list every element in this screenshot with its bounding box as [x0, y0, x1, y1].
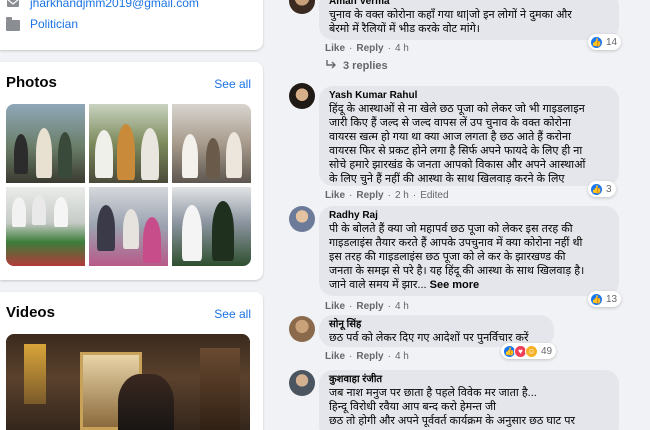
- like-button[interactable]: Like: [325, 190, 345, 201]
- comment-actions: Like · Reply · 2 h · Edited: [325, 190, 449, 201]
- comment-timestamp[interactable]: 4 h: [395, 43, 409, 54]
- comment-text: जब नाश मनुज पर छाता है पहले विवेक मर जात…: [329, 387, 576, 427]
- comment-actions: Like · Reply · 4 h: [325, 351, 409, 362]
- reaction-count: 3: [606, 183, 612, 195]
- intro-category-row: Politician: [6, 17, 78, 31]
- see-more-link[interactable]: See more: [430, 279, 480, 291]
- photo-thumbnail[interactable]: [172, 104, 251, 183]
- comment-bubble: Radhy Raj पी के बोलते हैं क्या जो महापर्…: [319, 206, 619, 296]
- comment-bubble: Yash Kumar Rahul हिंदू के आस्थाओं से ना …: [319, 86, 619, 186]
- intro-card: jharkhandjmm2019@gmail.com Politician: [0, 0, 263, 50]
- avatar[interactable]: [289, 0, 315, 14]
- video-decoration: [200, 348, 240, 430]
- comment-author[interactable]: Yash Kumar Rahul: [329, 90, 609, 102]
- comment-text: हिंदू के आस्थाओं से ना खेले छठ पूजा को ल…: [329, 103, 586, 185]
- videos-see-all-link[interactable]: See all: [214, 307, 251, 321]
- haha-reaction-icon: ☺: [525, 344, 538, 358]
- video-speaker: [118, 374, 174, 430]
- intro-email-row: jharkhandjmm2019@gmail.com: [6, 0, 199, 10]
- left-column: jharkhandjmm2019@gmail.com Politician Ph…: [0, 0, 263, 430]
- category-link[interactable]: Politician: [30, 17, 78, 31]
- reaction-count: 14: [606, 36, 618, 48]
- comment-author[interactable]: Radhy Raj: [329, 210, 609, 222]
- like-reaction-icon: 👍: [590, 292, 603, 306]
- comment-text: चुनाव के वक्त कोरोना कहाँ गया था|जो इन ल…: [329, 9, 572, 35]
- like-button[interactable]: Like: [325, 351, 345, 362]
- comment-bubble: कुशवाहा रंजीत जब नाश मनुज पर छाता है पहल…: [319, 370, 619, 430]
- reaction-count: 49: [541, 345, 553, 357]
- reply-arrow-icon: [325, 59, 337, 72]
- reply-button[interactable]: Reply: [356, 190, 383, 201]
- reply-button[interactable]: Reply: [356, 43, 383, 54]
- like-button[interactable]: Like: [325, 43, 345, 54]
- comment-author[interactable]: सोनू सिंह: [329, 319, 544, 331]
- reaction-summary[interactable]: 👍 3: [588, 181, 616, 197]
- avatar[interactable]: [289, 206, 315, 232]
- photos-see-all-link[interactable]: See all: [214, 77, 251, 91]
- avatar[interactable]: [289, 316, 315, 342]
- reaction-summary[interactable]: 👍 ♥ ☺ 49: [501, 343, 557, 359]
- comment-bubble: Aman Verma चुनाव के वक्त कोरोना कहाँ गया…: [319, 0, 619, 40]
- photo-thumbnail[interactable]: [89, 104, 168, 183]
- photo-thumbnail[interactable]: [172, 187, 251, 266]
- comment-actions: Like · Reply · 4 h: [325, 43, 409, 54]
- comment-author[interactable]: Aman Verma: [329, 0, 609, 8]
- like-reaction-icon: 👍: [590, 35, 603, 49]
- photos-title[interactable]: Photos: [6, 74, 57, 91]
- photos-card: Photos See all: [0, 62, 263, 280]
- comment-text: पी के बोलते हैं क्या जो महापर्व छठ पूजा …: [329, 223, 585, 291]
- comment-author[interactable]: कुशवाहा रंजीत: [329, 374, 609, 386]
- photo-thumbnail[interactable]: [89, 187, 168, 266]
- reaction-count: 13: [606, 293, 618, 305]
- like-reaction-icon: 👍: [590, 182, 603, 196]
- photo-thumbnail[interactable]: [6, 104, 85, 183]
- reply-button[interactable]: Reply: [356, 301, 383, 312]
- video-thumbnail[interactable]: [6, 334, 250, 430]
- reaction-summary[interactable]: 👍 14: [588, 34, 622, 50]
- comment-timestamp[interactable]: 2 h: [395, 190, 409, 201]
- like-button[interactable]: Like: [325, 301, 345, 312]
- folder-icon: [6, 17, 20, 31]
- videos-card: Videos See all: [0, 292, 263, 430]
- avatar[interactable]: [289, 83, 315, 109]
- comment-actions: Like · Reply · 4 h: [325, 301, 409, 312]
- comments-section: Aman Verma चुनाव के वक्त कोरोना कहाँ गया…: [283, 0, 650, 430]
- view-replies-link[interactable]: 3 replies: [325, 59, 388, 72]
- videos-title[interactable]: Videos: [6, 304, 55, 321]
- photo-grid: [6, 104, 251, 266]
- reaction-summary[interactable]: 👍 13: [588, 291, 622, 307]
- comment-timestamp[interactable]: 4 h: [395, 301, 409, 312]
- email-link[interactable]: jharkhandjmm2019@gmail.com: [30, 0, 199, 10]
- email-icon: [6, 0, 20, 10]
- edited-label: Edited: [420, 190, 449, 201]
- reply-button[interactable]: Reply: [356, 351, 383, 362]
- photo-thumbnail[interactable]: [6, 187, 85, 266]
- avatar[interactable]: [289, 370, 315, 396]
- video-decoration: [24, 344, 46, 404]
- comment-timestamp[interactable]: 4 h: [395, 351, 409, 362]
- replies-count-label[interactable]: 3 replies: [343, 60, 388, 72]
